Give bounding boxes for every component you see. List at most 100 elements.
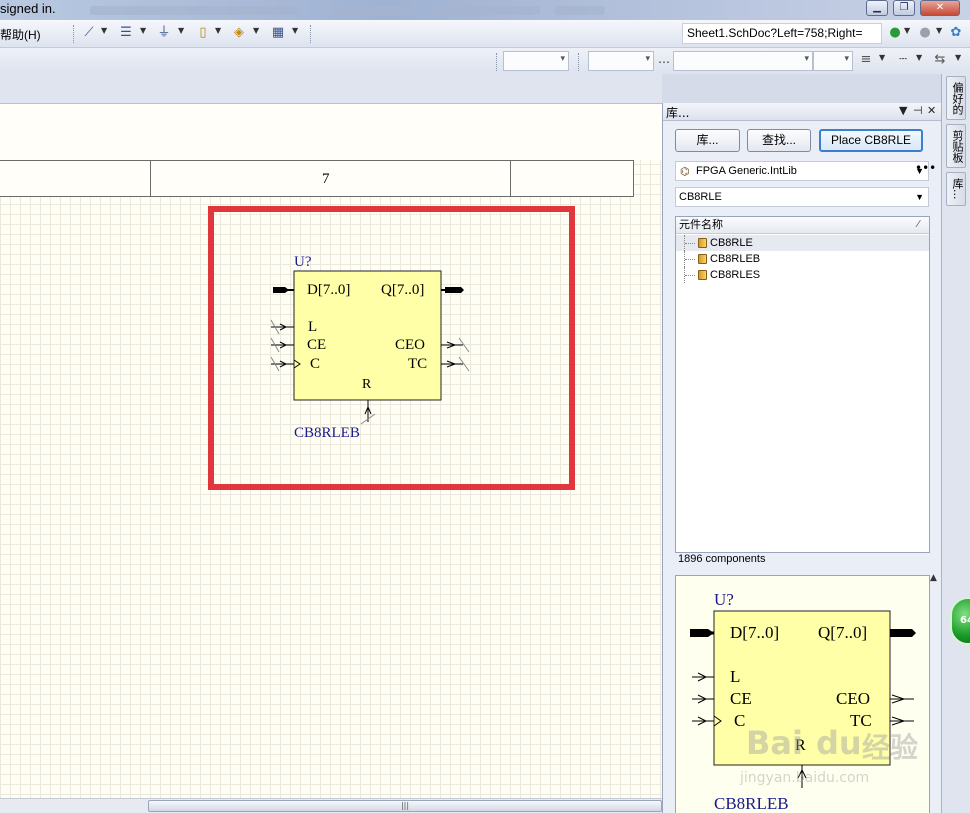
main-toolbar: 帮助(H) ⟋ ▼ ☰ ▼ ⏚ ▼ ▯ ▼ ◈ ▼ ▦ ▼ Sheet1.Sch… xyxy=(0,20,970,48)
chevron-down-icon[interactable]: ▼ xyxy=(916,53,922,62)
watermark-cn: 经验 xyxy=(862,731,919,764)
library-name: FPGA Generic.IntLib xyxy=(696,165,797,177)
side-tab-favorites[interactable]: 偏好的 xyxy=(946,76,966,120)
document-tab-strip xyxy=(0,74,662,104)
chevron-down-icon[interactable]: ▼ xyxy=(915,188,924,206)
dash-style-icon[interactable]: ┄ xyxy=(893,51,913,69)
chevron-down-icon[interactable]: ▼ xyxy=(101,26,107,35)
title-bar: signed in. ▁ ❐ ✕ xyxy=(0,0,970,20)
back-icon[interactable]: ● xyxy=(885,24,905,42)
scrollbar-thumb[interactable]: ||| xyxy=(148,800,662,812)
address-field[interactable]: Sheet1.SchDoc?Left=758;Right= xyxy=(682,23,882,44)
preview-pin-q: Q[7..0] xyxy=(818,623,868,642)
component-icon xyxy=(698,270,707,280)
preview-pin-c: C xyxy=(734,711,746,730)
window-title: signed in. xyxy=(0,1,56,16)
panel-header: 库... ▼ ⊣ ✕ xyxy=(663,103,942,121)
preview-name: CB8RLEB xyxy=(714,794,789,813)
notification-badge[interactable]: 64 xyxy=(950,597,970,645)
place-component-button[interactable]: Place CB8RLE xyxy=(819,129,923,152)
port-icon[interactable]: ◈ xyxy=(229,24,249,42)
collapse-up-icon[interactable]: ▲ xyxy=(930,573,937,583)
tree-line xyxy=(684,267,698,283)
list-item-label: CB8RLE xyxy=(710,237,753,249)
chevron-down-icon[interactable]: ▼ xyxy=(292,26,298,35)
list-item-label: CB8RLES xyxy=(710,269,761,281)
toolbar-separator xyxy=(73,25,75,43)
list-item[interactable]: CB8RLES xyxy=(676,267,929,283)
list-item-label: CB8RLEB xyxy=(710,253,761,265)
list-item[interactable]: CB8RLE xyxy=(676,235,929,251)
forward-icon[interactable]: ● xyxy=(915,24,935,42)
side-panel-strip: 偏好的 剪贴板 库... xyxy=(941,74,970,813)
filter-input[interactable]: CB8RLE ▼ xyxy=(675,187,929,207)
sort-icon[interactable]: ⁄ xyxy=(917,217,919,233)
zone-divider xyxy=(510,161,511,197)
pin-icon[interactable]: ⊣ xyxy=(913,104,923,117)
tree-line xyxy=(684,251,698,267)
menu-help[interactable]: 帮助(H) xyxy=(0,26,41,43)
chevron-down-icon[interactable]: ▼ xyxy=(178,26,184,35)
side-tab-library[interactable]: 库... xyxy=(946,172,966,206)
sheet-border-zone: 7 xyxy=(0,160,634,197)
title-blur-2 xyxy=(330,6,410,15)
chevron-down-icon[interactable]: ▼ xyxy=(904,26,910,35)
side-tab-clipboard[interactable]: 剪贴板 xyxy=(946,124,966,168)
chevron-down-icon[interactable]: ▼ xyxy=(253,26,259,35)
part-icon[interactable]: ▯ xyxy=(193,24,213,42)
chevron-down-icon[interactable]: ▼ xyxy=(140,26,146,35)
list-item[interactable]: CB8RLEB xyxy=(676,251,929,267)
component-count: 1896 components xyxy=(678,553,766,565)
library-panel: 库... ▼ ⊣ ✕ 库... 查找... Place CB8RLE ⌬ FPG… xyxy=(662,103,942,813)
maximize-button[interactable]: ❐ xyxy=(893,0,915,16)
preview-pin-d: D[7..0] xyxy=(730,623,780,642)
line-style-icon[interactable]: ≡ xyxy=(856,51,876,69)
ground-icon[interactable]: ⏚ xyxy=(154,24,174,42)
tree-icon[interactable]: ✿ xyxy=(946,24,966,42)
watermark-url: jingyan.baidu.com xyxy=(740,770,870,786)
size-combo[interactable] xyxy=(588,51,654,71)
filter-value: CB8RLE xyxy=(679,191,722,203)
chevron-down-icon[interactable]: ▼ xyxy=(955,53,961,62)
align-icon[interactable]: ☰ xyxy=(116,24,136,42)
preview-pin-l: L xyxy=(730,667,741,686)
title-blur xyxy=(90,6,300,15)
width-combo[interactable] xyxy=(813,51,853,71)
tree-line xyxy=(684,235,698,251)
toolbar-separator xyxy=(496,53,498,71)
toolbar-separator xyxy=(310,25,312,43)
horizontal-scrollbar[interactable]: ||| xyxy=(0,798,662,813)
more-icon[interactable]: … xyxy=(658,52,670,66)
format-toolbar: … ≡ ▼ ┄ ▼ ⇆ ▼ xyxy=(0,48,970,74)
watermark-logo: Bai xyxy=(746,724,803,762)
wire-tool-icon[interactable]: ⟋ xyxy=(79,24,99,42)
panel-menu-icon[interactable]: ▼ xyxy=(899,104,907,117)
style-combo[interactable] xyxy=(673,51,813,71)
preview-designator: U? xyxy=(714,590,734,609)
chevron-down-icon[interactable]: ▼ xyxy=(879,53,885,62)
column-header-label: 元件名称 xyxy=(679,218,723,231)
component-list[interactable]: 元件名称 ⁄ CB8RLE CB8RLEB CB8RLES xyxy=(675,216,930,553)
zone-label: 7 xyxy=(322,171,330,187)
library-select[interactable]: ⌬ FPGA Generic.IntLib ▼ xyxy=(675,161,929,181)
toolbar-separator xyxy=(578,53,580,71)
close-button[interactable]: ✕ xyxy=(920,0,960,16)
close-icon[interactable]: ✕ xyxy=(927,104,936,117)
minimize-button[interactable]: ▁ xyxy=(866,0,888,16)
grid-icon[interactable]: ▦ xyxy=(268,24,288,42)
arrow-style-icon[interactable]: ⇆ xyxy=(930,51,950,69)
library-icon: ⌬ xyxy=(680,166,690,178)
title-blur-4 xyxy=(555,6,605,15)
chevron-down-icon[interactable]: ▼ xyxy=(215,26,221,35)
component-icon xyxy=(698,238,707,248)
column-header[interactable]: 元件名称 ⁄ xyxy=(676,217,929,234)
schematic-sheet[interactable]: 7 U? D[7..0] L CE C Q[7..0] CEO TC R CB8… xyxy=(0,104,662,798)
search-button[interactable]: 查找... xyxy=(747,129,811,152)
sheet-margin xyxy=(0,104,662,160)
font-combo[interactable] xyxy=(503,51,569,71)
library-button[interactable]: 库... xyxy=(675,129,740,152)
chevron-down-icon[interactable]: ▼ xyxy=(936,26,942,35)
highlight-box xyxy=(208,206,575,490)
component-icon xyxy=(698,254,707,264)
more-options-icon[interactable]: ••• xyxy=(915,161,936,175)
